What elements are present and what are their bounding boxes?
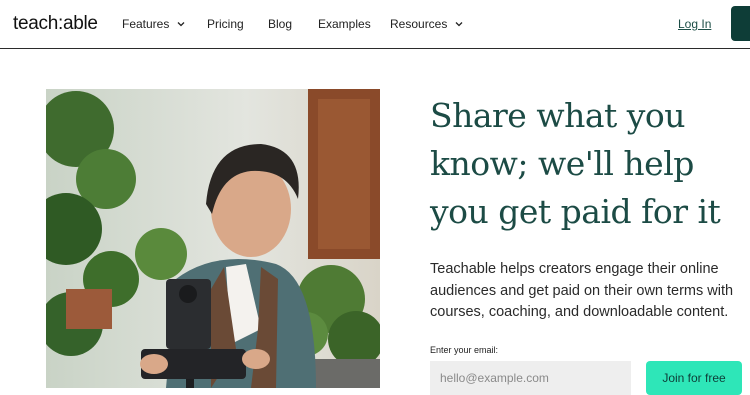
nav-item-label: Examples [318,17,371,31]
hero-image [46,89,380,388]
login-link[interactable]: Log In [678,17,711,31]
nav-item-label: Features [122,17,170,31]
nav-item-blog[interactable]: Blog [268,17,292,31]
nav-item-examples[interactable]: Examples [318,17,371,31]
hero-headline: Share what you know; we'll help you get … [430,92,750,236]
nav-item-features[interactable]: Features [122,17,186,31]
email-label: Enter your email: [430,345,499,355]
nav-item-resources[interactable]: Resources [390,17,464,31]
headline-line: Share what you [430,96,686,135]
chevron-down-icon [177,22,185,27]
chevron-down-icon [455,22,463,27]
headline-line: know; we'll help [430,144,694,183]
nav-item-pricing[interactable]: Pricing [207,17,244,31]
email-input[interactable] [430,361,631,395]
join-for-free-button[interactable]: Join for free [646,361,742,395]
nav-item-label: Resources [390,17,448,31]
hero-photo-illustration [46,89,380,388]
teachable-logo[interactable]: teach:able [13,13,98,35]
nav-item-label: Blog [268,17,293,31]
top-nav: teach:able Features Pricing Blog Example… [0,0,750,49]
signup-button[interactable] [731,6,750,41]
hero-subtext: Teachable helps creators engage their on… [430,261,734,320]
nav-item-label: Pricing [207,17,244,31]
headline-line: you get paid for it [430,192,721,231]
